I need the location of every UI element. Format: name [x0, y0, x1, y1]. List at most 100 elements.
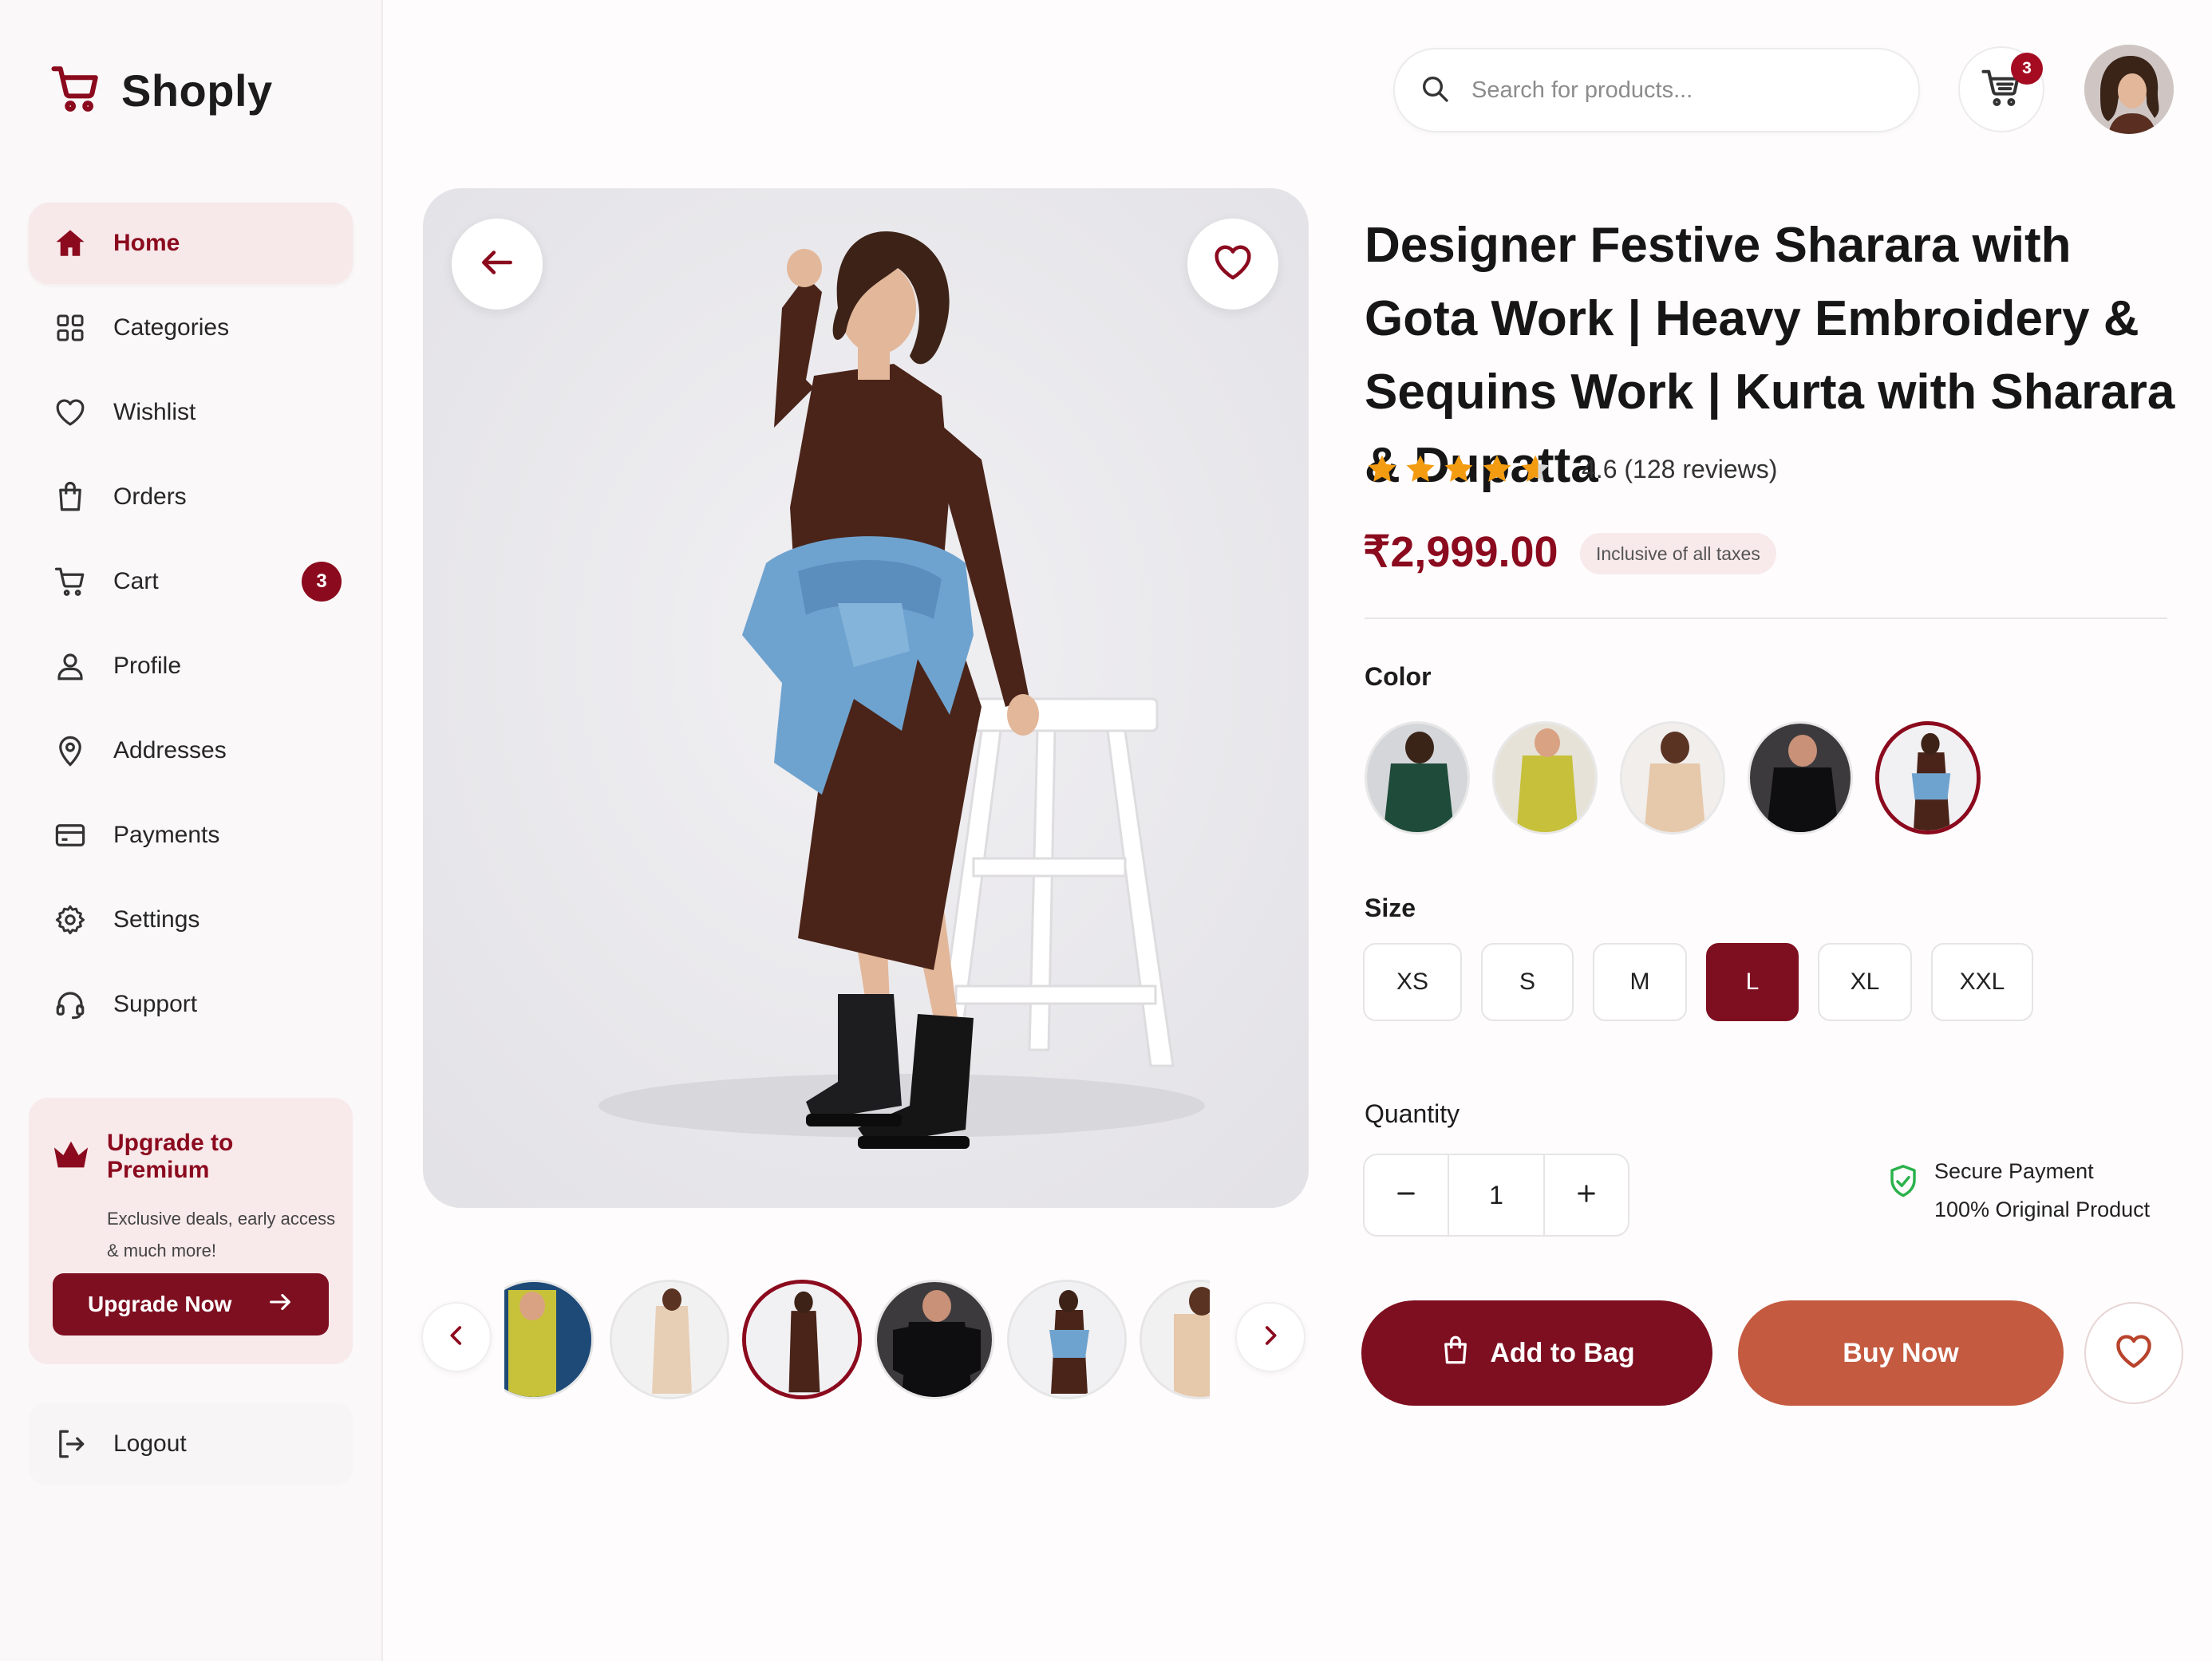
- color-swatch-black[interactable]: [1748, 721, 1853, 834]
- size-label: Size: [1365, 894, 1416, 922]
- color-label: Color: [1365, 662, 1432, 691]
- trust-info: Secure Payment 100% Original Product: [1886, 1152, 2150, 1229]
- header-cart-button[interactable]: 3: [1958, 46, 2044, 132]
- color-swatch-dark-green[interactable]: [1365, 721, 1470, 834]
- favorite-button[interactable]: [1187, 219, 1278, 310]
- size-xxl-button[interactable]: XXL: [1931, 943, 2033, 1021]
- color-swatch-brown-denim[interactable]: [1875, 721, 1981, 834]
- sidebar-item-label: Profile: [113, 653, 182, 679]
- credit-card-icon: [53, 818, 88, 853]
- thumbnail-beige[interactable]: [610, 1280, 729, 1399]
- headset-icon: [53, 987, 88, 1022]
- size-xl-button[interactable]: XL: [1818, 943, 1912, 1021]
- upgrade-now-button[interactable]: Upgrade Now: [53, 1273, 329, 1336]
- original-product-text: 100% Original Product: [1934, 1197, 2151, 1221]
- add-to-bag-label: Add to Bag: [1490, 1337, 1635, 1368]
- sidebar-item-label: Addresses: [113, 737, 227, 763]
- size-xs-button[interactable]: XS: [1363, 943, 1462, 1021]
- divider: [1365, 617, 2167, 619]
- quantity-value[interactable]: 1: [1448, 1155, 1545, 1235]
- sidebar-item-home[interactable]: Home: [29, 203, 353, 284]
- sidebar-item-label: Cart: [113, 568, 159, 594]
- quantity-increase-button[interactable]: [1545, 1155, 1628, 1235]
- sidebar-item-label: Home: [113, 230, 180, 256]
- product-rating: 4.6 (128 reviews): [1365, 452, 1777, 487]
- buy-now-button[interactable]: Buy Now: [1738, 1300, 2064, 1406]
- sidebar-item-settings[interactable]: Settings: [29, 879, 353, 961]
- grid-icon: [53, 310, 88, 345]
- add-to-wishlist-button[interactable]: [2084, 1302, 2183, 1404]
- back-button[interactable]: [452, 219, 543, 310]
- arrow-left-icon: [477, 243, 517, 286]
- thumbnail-lime[interactable]: [504, 1280, 594, 1399]
- sidebar-item-label: Support: [113, 991, 198, 1017]
- sidebar-item-label: Settings: [113, 906, 200, 933]
- sidebar-item-categories[interactable]: Categories: [29, 287, 353, 369]
- shopping-bag-icon: [1439, 1333, 1472, 1374]
- shield-check-icon: [1886, 1163, 1920, 1204]
- sidebar-item-orders[interactable]: Orders: [29, 456, 353, 538]
- thumbnail-nude[interactable]: [1140, 1280, 1210, 1399]
- sidebar-item-addresses[interactable]: Addresses: [29, 710, 353, 791]
- product-price: ₹2,999.00: [1363, 528, 1558, 576]
- heart-icon: [1211, 241, 1254, 288]
- chevron-left-icon: [443, 1322, 470, 1353]
- logo[interactable]: Shoply: [49, 62, 273, 119]
- thumbnail-brown-denim[interactable]: [1007, 1280, 1127, 1399]
- cart-logo-icon: [49, 62, 102, 119]
- quantity-label: Quantity: [1365, 1099, 1460, 1128]
- sidebar: Shoply Home Categories Wishlist Orders C…: [0, 0, 383, 1661]
- search-input[interactable]: [1471, 77, 1886, 104]
- model-photo: [423, 188, 1309, 1208]
- sidebar-item-wishlist[interactable]: Wishlist: [29, 372, 353, 453]
- premium-card: Upgrade to Premium Exclusive deals, earl…: [29, 1098, 353, 1364]
- size-m-button[interactable]: M: [1593, 943, 1687, 1021]
- search-bar: [1393, 48, 1920, 132]
- sidebar-item-label: Payments: [113, 822, 220, 848]
- thumbnails-prev-button[interactable]: [421, 1302, 492, 1372]
- size-s-button[interactable]: S: [1481, 943, 1574, 1021]
- avatar[interactable]: [2084, 45, 2174, 134]
- size-l-button[interactable]: L: [1706, 943, 1799, 1021]
- star-icon: [1483, 455, 1511, 482]
- minus-icon: [1393, 1181, 1419, 1210]
- star-icon: [1368, 455, 1396, 482]
- search-icon: [1419, 73, 1451, 108]
- user-icon: [53, 649, 88, 684]
- heart-icon: [2113, 1331, 2155, 1376]
- half-star-icon: [1521, 455, 1550, 482]
- quantity-decrease-button[interactable]: [1365, 1155, 1448, 1235]
- thumbnail-brown[interactable]: [742, 1280, 862, 1399]
- logout-button[interactable]: Logout: [29, 1403, 353, 1485]
- crown-icon: [53, 1139, 89, 1175]
- color-swatch-beige[interactable]: [1620, 721, 1725, 834]
- thumbnail-black[interactable]: [875, 1280, 994, 1399]
- sidebar-item-support[interactable]: Support: [29, 964, 353, 1045]
- star-icon: [1444, 455, 1473, 482]
- cart-icon: [53, 564, 88, 599]
- tax-badge: Inclusive of all taxes: [1580, 533, 1776, 574]
- add-to-bag-button[interactable]: Add to Bag: [1361, 1300, 1712, 1406]
- upgrade-now-label: Upgrade Now: [88, 1292, 232, 1316]
- thumbnails-next-button[interactable]: [1235, 1302, 1305, 1372]
- premium-title: Upgrade to Premium: [107, 1130, 234, 1183]
- sidebar-item-payments[interactable]: Payments: [29, 795, 353, 876]
- plus-icon: [1574, 1181, 1599, 1210]
- bag-icon: [53, 479, 88, 515]
- heart-icon: [53, 395, 88, 430]
- color-swatch-lime[interactable]: [1492, 721, 1598, 834]
- sidebar-item-cart[interactable]: Cart 3: [29, 541, 353, 622]
- buy-now-label: Buy Now: [1843, 1337, 1959, 1368]
- home-icon: [53, 226, 88, 261]
- thumbnail-strip: [504, 1273, 1210, 1407]
- rating-text: 4.6 (128 reviews): [1582, 454, 1778, 483]
- quantity-stepper: 1: [1363, 1154, 1629, 1237]
- app-name: Shoply: [121, 65, 273, 116]
- sidebar-nav: Home Categories Wishlist Orders Cart 3 P…: [29, 203, 353, 1048]
- sidebar-item-profile[interactable]: Profile: [29, 625, 353, 707]
- premium-description: Exclusive deals, early access & much mor…: [107, 1209, 336, 1261]
- chevron-right-icon: [1257, 1322, 1284, 1353]
- sidebar-item-label: Orders: [113, 483, 187, 510]
- cart-count-badge: 3: [2011, 53, 2043, 85]
- rating-stars: [1365, 452, 1553, 487]
